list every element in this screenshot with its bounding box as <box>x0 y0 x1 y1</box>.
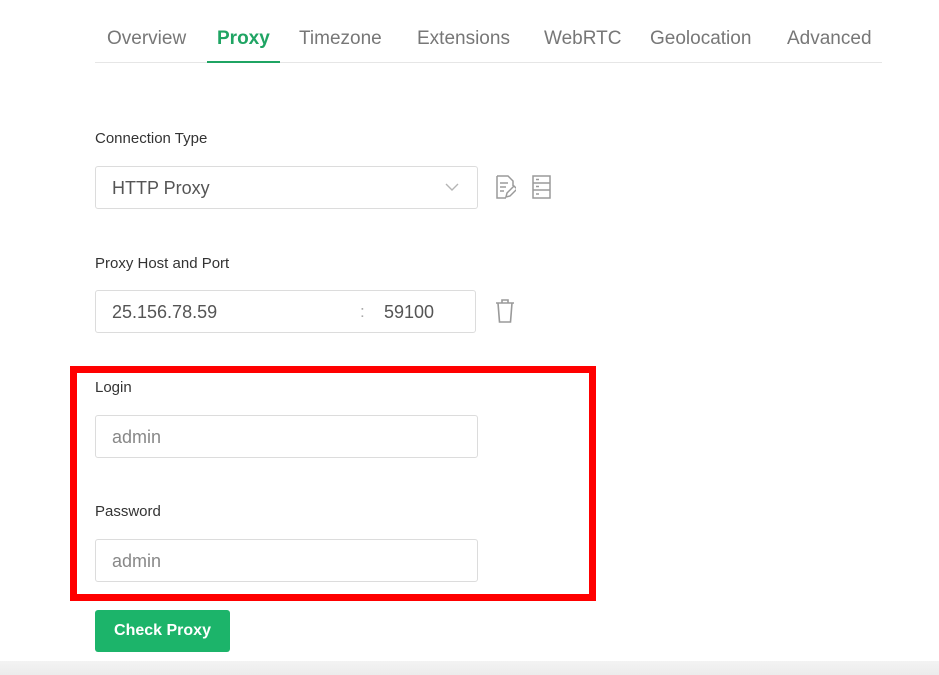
tab-overview[interactable]: Overview <box>107 22 186 62</box>
proxy-host-port-field[interactable]: 25.156.78.59 : 59100 <box>95 290 476 333</box>
connection-type-select[interactable]: HTTP Proxy <box>95 166 478 209</box>
trash-icon[interactable] <box>494 298 516 324</box>
tab-extensions[interactable]: Extensions <box>417 22 510 62</box>
list-icon[interactable] <box>531 174 553 200</box>
proxy-settings-page: Overview Proxy Timezone Extensions WebRT… <box>0 0 939 675</box>
check-proxy-button[interactable]: Check Proxy <box>95 610 230 652</box>
password-field[interactable]: admin <box>95 539 478 582</box>
tab-proxy[interactable]: Proxy <box>207 22 280 63</box>
connection-type-value: HTTP Proxy <box>112 178 210 198</box>
login-value: admin <box>112 427 162 447</box>
tab-timezone[interactable]: Timezone <box>299 22 382 62</box>
proxy-port-input[interactable]: 59100 <box>384 291 434 333</box>
password-label: Password <box>95 503 161 520</box>
bottom-divider <box>0 661 939 675</box>
tab-bar: Overview Proxy Timezone Extensions WebRT… <box>95 22 882 63</box>
login-field[interactable]: admin <box>95 415 478 458</box>
connection-type-label: Connection Type <box>95 130 208 147</box>
edit-icon[interactable] <box>494 174 516 200</box>
chevron-down-icon <box>445 183 459 191</box>
tab-geolocation[interactable]: Geolocation <box>650 22 751 62</box>
port-separator: : <box>360 302 365 321</box>
login-label: Login <box>95 379 132 396</box>
proxy-host-label: Proxy Host and Port <box>95 255 230 272</box>
tab-advanced[interactable]: Advanced <box>787 22 872 62</box>
password-value: admin <box>112 551 162 571</box>
proxy-host-input[interactable]: 25.156.78.59 <box>112 291 217 333</box>
tab-webrtc[interactable]: WebRTC <box>544 22 621 62</box>
